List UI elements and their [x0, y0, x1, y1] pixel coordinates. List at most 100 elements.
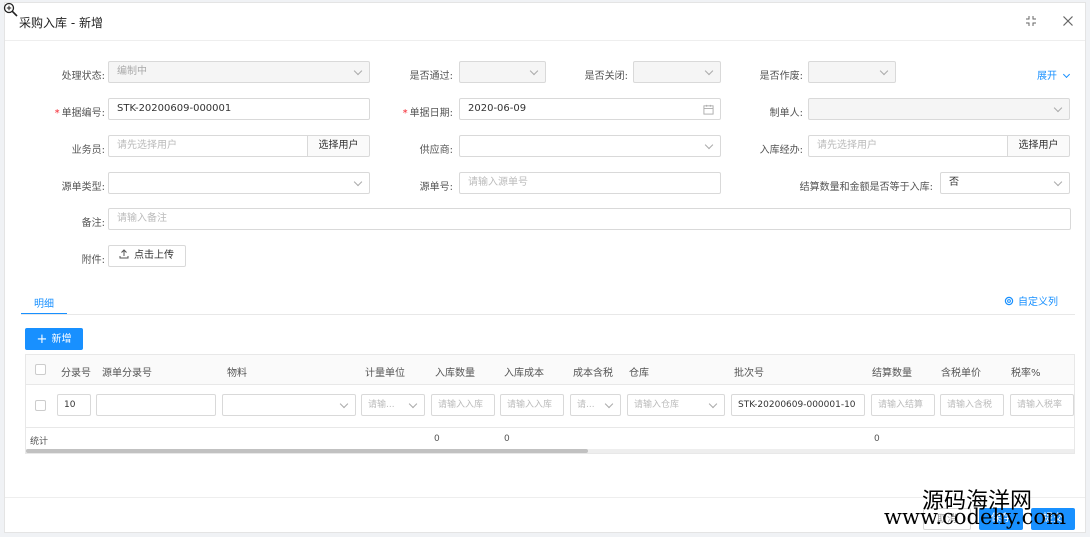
col-tax-price: 含税单价	[941, 368, 981, 379]
tax-price-input[interactable]: 请输入含税	[940, 394, 1004, 416]
salesman-label: 业务员:	[71, 145, 105, 156]
row-checkbox[interactable]	[35, 400, 46, 411]
upload-button[interactable]: 点击上传	[108, 245, 186, 267]
settle-label: 结算数量和金额是否等于入库:	[799, 182, 933, 193]
bill-date-picker[interactable]: 2020-06-09	[459, 98, 721, 120]
tab-divider	[21, 314, 1075, 315]
bill-no-label-text: 单据编号:	[61, 108, 105, 119]
tax-rate-input[interactable]: 请输入税率	[1010, 394, 1074, 416]
select-user-button[interactable]: 选择用户	[307, 135, 370, 157]
bill-no-label: * 单据编号:	[45, 104, 105, 119]
bill-date-label: * 单据日期:	[389, 104, 453, 119]
chevron-down-icon	[604, 399, 614, 409]
source-type-select[interactable]	[108, 172, 370, 194]
dialog-title: 采购入库 - 新增	[19, 16, 103, 30]
detail-table: 分录号 源单分录号 物料 计量单位 入库数量 入库成本 成本含税 仓库 批次号 …	[25, 354, 1075, 454]
settle-select[interactable]: 否	[940, 172, 1070, 194]
chevron-down-icon	[879, 66, 889, 76]
purchase-inbound-dialog: 采购入库 - 新增 处理状态: 编制中 是否通过: 是否关闭: 是否作废: 展开…	[3, 2, 1086, 533]
close-icon[interactable]	[1060, 13, 1076, 29]
chevron-down-icon	[529, 66, 539, 76]
col-entry-no: 分录号	[61, 368, 91, 379]
material-select[interactable]	[222, 394, 356, 416]
creator-select	[808, 98, 1070, 120]
cost-tax-placeholder: 请...	[577, 400, 595, 410]
col-material: 物料	[227, 368, 247, 379]
tab-detail[interactable]: 明细	[21, 291, 67, 315]
fullscreen-icon[interactable]	[1023, 13, 1039, 29]
remark-textarea[interactable]: 请输入备注	[108, 208, 1071, 230]
chevron-down-icon	[1053, 177, 1063, 187]
chevron-down-icon	[708, 399, 718, 409]
salesman-input[interactable]: 请先选择用户	[108, 135, 308, 157]
add-row-label: 新增	[51, 334, 72, 345]
salesman-placeholder: 请先选择用户	[117, 140, 177, 151]
source-no-input[interactable]: 请输入源单号	[459, 172, 721, 194]
supplier-label: 供应商:	[419, 145, 453, 156]
required-mark: *	[54, 108, 60, 119]
bill-no-input[interactable]: STK-20200609-000001	[108, 98, 370, 120]
passed-label: 是否通过:	[409, 71, 453, 82]
chevron-down-icon	[1063, 70, 1071, 79]
cost-tax-select[interactable]: 请...	[570, 394, 621, 416]
chevron-down-icon	[1053, 103, 1063, 113]
select-all-checkbox[interactable]	[35, 364, 46, 375]
chevron-down-icon	[339, 399, 349, 409]
batch-input[interactable]: STK-20200609-000001-10	[731, 394, 865, 416]
table-header: 分录号 源单分录号 物料 计量单位 入库数量 入库成本 成本含税 仓库 批次号 …	[26, 355, 1074, 385]
source-type-label: 源单类型:	[61, 182, 105, 193]
col-batch: 批次号	[734, 368, 764, 379]
remark-label: 备注:	[81, 218, 105, 229]
gear-icon	[1004, 296, 1014, 306]
col-warehouse: 仓库	[629, 368, 649, 379]
supplier-select[interactable]	[459, 135, 721, 157]
creator-label: 制单人:	[769, 108, 803, 119]
settle-qty-input[interactable]: 请输入结算	[871, 394, 935, 416]
unit-placeholder: 请输...	[368, 400, 395, 410]
horizontal-scrollbar[interactable]	[26, 449, 1074, 453]
handler-input[interactable]: 请先选择用户	[808, 135, 1008, 157]
summary-label: 统计	[30, 437, 49, 447]
status-value: 编制中	[117, 66, 147, 77]
source-no-label: 源单号:	[419, 182, 453, 193]
watermark-url: www.codehy.com	[884, 505, 1066, 529]
chevron-down-icon	[408, 399, 418, 409]
handler-placeholder: 请先选择用户	[817, 140, 877, 151]
warehouse-select[interactable]: 请输入仓库	[627, 394, 725, 416]
custom-columns-link[interactable]: 自定义列	[1004, 293, 1058, 308]
bill-date-label-text: 单据日期:	[409, 108, 453, 119]
passed-select	[459, 61, 546, 83]
tax-rate-placeholder: 请输入税率	[1017, 400, 1063, 410]
tab-detail-label: 明细	[34, 299, 54, 310]
qty-placeholder: 请输入入库	[438, 400, 484, 410]
add-row-button[interactable]: + 新增	[25, 328, 83, 350]
settle-qty-placeholder: 请输入结算	[878, 400, 924, 410]
custom-columns-label: 自定义列	[1018, 297, 1058, 308]
source-entry-no-input[interactable]	[96, 394, 216, 416]
col-settle-qty: 结算数量	[872, 368, 912, 379]
cost-input[interactable]: 请输入入库	[500, 394, 564, 416]
col-source-entry-no: 源单分录号	[102, 368, 152, 379]
summary-qty: 0	[434, 434, 440, 444]
closed-label: 是否关闭:	[584, 71, 628, 82]
voided-select	[808, 61, 896, 83]
tax-price-placeholder: 请输入含税	[947, 400, 993, 410]
attach-label: 附件:	[81, 255, 105, 266]
scrollbar-thumb[interactable]	[26, 449, 588, 453]
handler-label: 入库经办:	[759, 145, 803, 156]
expand-link[interactable]: 展开	[1037, 67, 1071, 82]
warehouse-placeholder: 请输入仓库	[634, 400, 680, 410]
qty-input[interactable]: 请输入入库	[431, 394, 495, 416]
expand-label: 展开	[1037, 71, 1057, 82]
unit-select[interactable]: 请输...	[361, 394, 425, 416]
entry-no-input[interactable]: 10	[57, 394, 91, 416]
col-cost-tax: 成本含税	[573, 368, 613, 379]
col-cost: 入库成本	[504, 368, 544, 379]
closed-select	[633, 61, 721, 83]
chevron-down-icon	[704, 66, 714, 76]
chevron-down-icon	[704, 140, 714, 150]
chevron-down-icon	[353, 66, 363, 76]
select-user-button-2[interactable]: 选择用户	[1007, 135, 1070, 157]
bill-no-value: STK-20200609-000001	[117, 103, 232, 114]
remark-placeholder: 请输入备注	[117, 213, 167, 224]
